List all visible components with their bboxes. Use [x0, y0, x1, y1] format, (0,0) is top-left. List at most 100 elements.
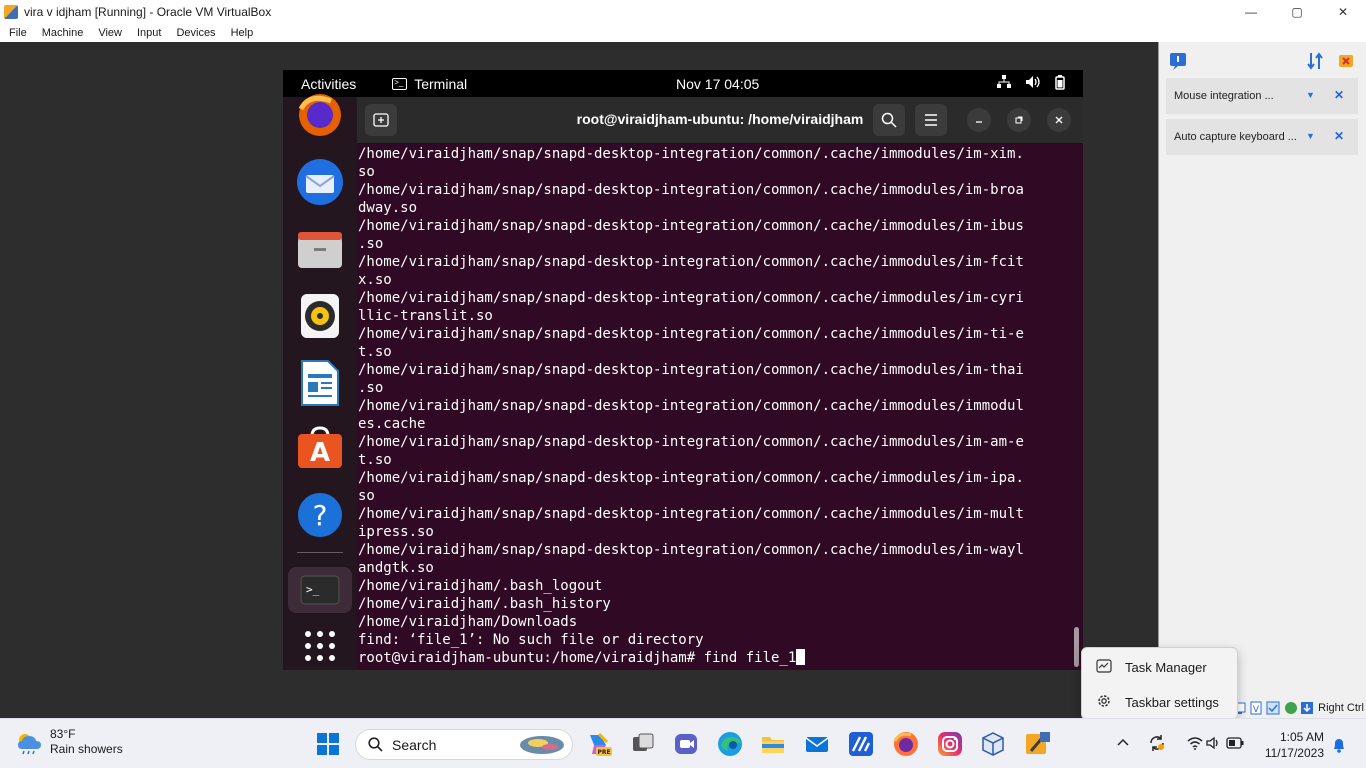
close-button[interactable]: ✕: [1320, 0, 1366, 23]
files-icon[interactable]: [296, 225, 344, 273]
copilot-icon[interactable]: PRE: [586, 731, 612, 757]
system-menu[interactable]: [997, 75, 1065, 90]
search-label: Search: [392, 736, 437, 753]
terminal-line: x.so: [358, 272, 392, 288]
terminal-line: t.so: [358, 344, 392, 360]
guest-screen[interactable]: Activities >_ Terminal Nov 17 04:05 A ? …: [283, 70, 1083, 670]
notification-mouse-integration[interactable]: Mouse integration ... ▼ ✕: [1166, 78, 1358, 114]
rain-cloud-icon: [16, 731, 44, 755]
gnome-top-bar: Activities >_ Terminal Nov 17 04:05: [283, 70, 1083, 97]
sync-icon[interactable]: [1148, 734, 1166, 752]
firefox-taskbar-icon[interactable]: [893, 731, 919, 757]
chevron-up-icon[interactable]: [1117, 738, 1129, 746]
file-explorer-icon[interactable]: [760, 731, 786, 757]
weather-widget[interactable]: 83°F Rain showers: [16, 727, 123, 757]
rhythmbox-icon[interactable]: [296, 292, 344, 340]
app-center-icon[interactable]: A: [296, 424, 344, 472]
terminal-headerbar: root@viraidjham-ubuntu: /home/viraidjham: [357, 97, 1083, 143]
search-icon: [881, 112, 897, 128]
terminal-icon[interactable]: >_: [288, 567, 352, 613]
taskbar-settings-label: Taskbar settings: [1125, 694, 1219, 710]
terminal-line: /home/viraidjham/snap/snapd-desktop-inte…: [358, 362, 1024, 378]
network-icon: [997, 75, 1011, 88]
terminal-line: /home/viraidjham/snap/snapd-desktop-inte…: [358, 542, 1024, 558]
vm-running-icon[interactable]: [1025, 731, 1051, 757]
terminal-scrollbar[interactable]: [1074, 627, 1079, 667]
menu-file[interactable]: File: [0, 27, 33, 39]
terminal-maximize-button[interactable]: [1007, 108, 1031, 132]
host-key-label: Right Ctrl: [1318, 702, 1364, 714]
recording-status-icon[interactable]: V: [1250, 701, 1262, 715]
notification-center-icon[interactable]: [1169, 52, 1187, 70]
edge-icon[interactable]: [717, 731, 743, 757]
taskbar-context-menu: Task Manager Taskbar settings: [1081, 647, 1238, 720]
text-cursor: [796, 649, 806, 665]
cpu-status-icon[interactable]: [1266, 701, 1280, 715]
firefox-icon[interactable]: [296, 91, 344, 139]
search-button[interactable]: [873, 104, 905, 136]
start-button[interactable]: [316, 732, 340, 756]
terminal-prompt-line[interactable]: root@viraidjham-ubuntu:/home/viraidjham#…: [358, 649, 1024, 667]
terminal-line: /home/viraidjham/snap/snapd-desktop-inte…: [358, 146, 1024, 162]
clear-notifications-icon[interactable]: [1337, 52, 1355, 70]
hamburger-menu-button[interactable]: [915, 104, 947, 136]
help-icon[interactable]: ?: [296, 491, 344, 539]
sort-icon[interactable]: [1307, 52, 1323, 70]
mirrored-app-icon[interactable]: [848, 731, 874, 757]
terminal-line: /home/viraidjham/snap/snapd-desktop-inte…: [358, 506, 1024, 522]
terminal-close-button[interactable]: [1047, 108, 1071, 132]
menu-devices[interactable]: Devices: [167, 27, 221, 39]
taskbar-clock[interactable]: 1:05 AM 11/17/2023: [1244, 729, 1324, 761]
terminal-small-icon: >_: [392, 77, 408, 90]
dismiss-icon[interactable]: ✕: [1334, 129, 1344, 143]
taskbar-search[interactable]: Search: [355, 729, 573, 760]
activities-button[interactable]: Activities: [301, 76, 356, 92]
menu-view[interactable]: View: [89, 27, 128, 39]
minimize-button[interactable]: —: [1228, 0, 1274, 23]
instagram-icon[interactable]: [937, 731, 963, 757]
weather-temp: 83°F: [50, 727, 76, 741]
vbox-notification-panel: Mouse integration ... ▼ ✕ Auto capture k…: [1158, 42, 1366, 718]
virtualbox-taskbar-icon[interactable]: [980, 731, 1006, 757]
terminal-minimize-button[interactable]: [967, 108, 991, 132]
speaker-icon[interactable]: [1206, 736, 1220, 750]
menu-machine[interactable]: Machine: [33, 27, 90, 39]
thunderbird-icon[interactable]: [296, 158, 344, 206]
pin-icon[interactable]: ▼: [1306, 90, 1316, 100]
restore-icon: [1015, 116, 1023, 124]
gnome-clock[interactable]: Nov 17 04:05: [676, 76, 759, 92]
menu-input[interactable]: Input: [128, 27, 167, 39]
windows-taskbar: 83°F Rain showers Search PRE 1:05 AM 11/…: [0, 718, 1366, 768]
notification-auto-capture[interactable]: Auto capture keyboard ... ▼ ✕: [1166, 119, 1358, 155]
terminal-output[interactable]: /home/viraidjham/snap/snapd-desktop-inte…: [357, 143, 1075, 670]
menu-item-task-manager[interactable]: Task Manager: [1082, 650, 1237, 684]
task-view-icon[interactable]: [630, 731, 656, 757]
close-icon: [1055, 116, 1063, 124]
pin-icon[interactable]: ▼: [1306, 131, 1316, 141]
battery-icon: [1055, 75, 1065, 90]
terminal-line: /home/viraidjham/snap/snapd-desktop-inte…: [358, 218, 1024, 234]
battery-tray-icon[interactable]: [1226, 737, 1244, 749]
terminal-line: dway.so: [358, 200, 418, 216]
svg-text:>_: >_: [306, 583, 320, 596]
show-apps-icon[interactable]: [296, 622, 344, 670]
maximize-button[interactable]: ▢: [1274, 0, 1320, 23]
terminal-line: /home/viraidjham/snap/snapd-desktop-inte…: [358, 470, 1024, 486]
svg-text:V: V: [1253, 705, 1260, 715]
dismiss-icon[interactable]: ✕: [1334, 88, 1344, 102]
libreoffice-writer-icon[interactable]: [296, 359, 344, 407]
clock-date: 11/17/2023: [1264, 746, 1324, 760]
notification-bell-icon[interactable]: [1332, 737, 1346, 753]
app-menu-label: Terminal: [414, 75, 468, 92]
wifi-icon[interactable]: [1187, 736, 1203, 750]
host-key-icon[interactable]: [1300, 701, 1314, 715]
menu-item-taskbar-settings[interactable]: Taskbar settings: [1082, 685, 1237, 719]
gear-icon: [1096, 693, 1112, 712]
teams-icon[interactable]: [673, 731, 699, 757]
terminal-line: /home/viraidjham/snap/snapd-desktop-inte…: [358, 182, 1024, 198]
menu-help[interactable]: Help: [222, 27, 260, 39]
mail-icon[interactable]: [804, 731, 830, 757]
vbox-menubar: File Machine View Input Devices Help: [0, 23, 1366, 42]
app-menu-terminal[interactable]: >_ Terminal: [392, 76, 467, 92]
vt-status-icon[interactable]: [1284, 701, 1298, 715]
